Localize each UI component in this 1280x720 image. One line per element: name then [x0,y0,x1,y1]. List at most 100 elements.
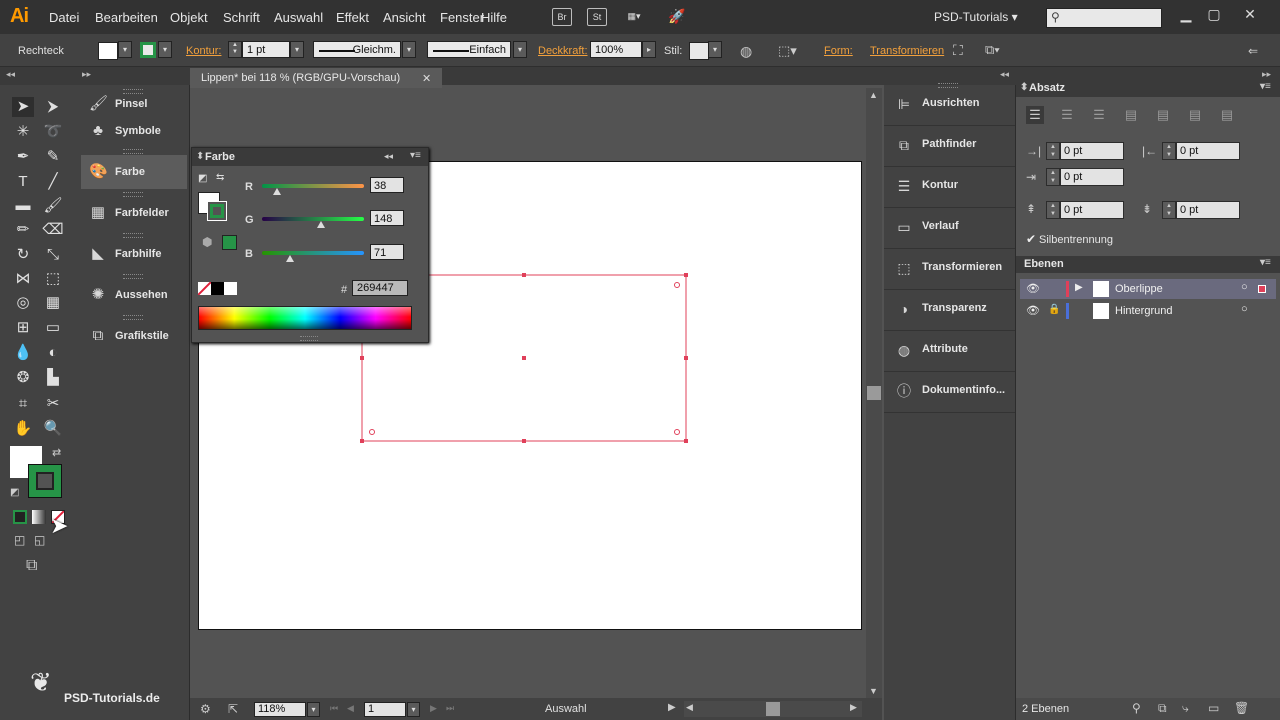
panel-collapse-icon[interactable]: ◂◂ [384,151,393,162]
style-swatch[interactable] [689,42,709,60]
minimize-button[interactable]: ▁ [1172,4,1200,24]
space-before-stepper[interactable]: ▲ ▼ [1046,201,1060,219]
clipping-mask-icon[interactable]: ⧉ [1158,701,1167,716]
first-line-stepper[interactable]: ▲ ▼ [1046,168,1060,186]
r-slider-thumb[interactable] [273,188,282,195]
menu-fenster[interactable]: Fenster [440,10,484,25]
panel-menu-icon[interactable]: ▾≡ [1260,257,1271,268]
maximize-button[interactable]: ▢ [1200,4,1228,24]
scroll-up-icon[interactable]: ▲ [869,90,878,100]
width-tool-icon[interactable]: ⋈ [12,269,34,289]
b-slider[interactable] [262,251,364,255]
stroke-weight-stepper[interactable]: ▲ ▼ [228,41,242,58]
menu-schrift[interactable]: Schrift [223,10,260,25]
fill-dropdown[interactable]: ▾ [118,41,132,58]
brush-dropdown[interactable]: ▾ [513,41,527,58]
brush-definition[interactable]: Einfach [427,41,511,58]
scale-tool-icon[interactable]: ⤡ [42,245,64,265]
graph-tool-icon[interactable]: ▙ [42,368,64,388]
magic-wand-tool-icon[interactable]: ✳ [12,122,34,142]
stroke-label[interactable]: Kontur: [186,45,221,57]
opacity-label[interactable]: Deckkraft: [538,45,588,57]
layer-name[interactable]: Hintergrund [1115,305,1172,317]
recolor-icon[interactable]: ◍ [740,43,752,60]
next-artboard-icon[interactable]: ▶ [430,703,437,714]
space-before-value[interactable]: 0 pt [1060,201,1124,219]
out-of-web-gamut-icon[interactable]: ⬢ [202,235,212,249]
color-panel-stroke-swatch[interactable] [207,201,227,221]
g-value-input[interactable]: 148 [370,210,404,226]
stroke-dropdown[interactable]: ▾ [158,41,172,58]
dock-item-dokumentinfo[interactable]: ⓘ Dokumentinfo... [884,372,1015,413]
color-mode-icon[interactable] [13,510,27,524]
align-right-icon[interactable]: ☰ [1090,106,1108,124]
dock-item-pathfinder[interactable]: ⧉ Pathfinder [884,126,1015,167]
eyedropper-tool-icon[interactable]: 💧 [12,343,34,363]
transform-label[interactable]: Transformieren [870,45,944,57]
justify-right-icon[interactable]: ▤ [1186,106,1204,124]
default-colors-icon[interactable]: ◩ [10,487,19,498]
right-indent-value[interactable]: 0 pt [1176,142,1240,160]
black-swatch[interactable] [211,282,224,295]
lasso-tool-icon[interactable]: ➰ [42,122,64,142]
justify-all-icon[interactable]: ▤ [1218,106,1236,124]
close-tab-icon[interactable]: ✕ [422,72,431,85]
menu-bearbeiten[interactable]: Bearbeiten [95,10,158,25]
dock-item-aussehen[interactable]: ✺ Aussehen [81,278,187,312]
perspective-grid-tool-icon[interactable]: ▦ [42,293,64,313]
visibility-eye-icon[interactable]: 👁 [1026,304,1040,317]
panel-menu-icon[interactable]: ▾≡ [410,150,421,161]
pen-tool-icon[interactable]: ✒ [12,147,34,167]
dock-item-farbfelder[interactable]: ▦ Farbfelder [81,196,187,230]
hyphenation-checkbox[interactable]: ✔ [1026,232,1036,246]
target-icon[interactable]: ○ [1241,281,1248,293]
last-artboard-icon[interactable]: ⏭ [446,703,454,714]
first-artboard-icon[interactable]: ⏮ [330,703,338,714]
profile-dropdown[interactable]: ▾ [402,41,416,58]
new-sublayer-icon[interactable]: ⤷ [1182,701,1189,716]
gpu-preview-icon[interactable]: ⚙ [200,702,211,716]
none-color-icon[interactable] [198,282,211,295]
scroll-down-icon[interactable]: ▼ [869,686,878,696]
default-fill-stroke-icon[interactable]: ◩ [198,173,207,184]
blend-tool-icon[interactable]: ◐ [42,343,64,363]
previous-artboard-icon[interactable]: ◀ [347,703,354,714]
delete-layer-icon[interactable]: 🗑 [1234,701,1249,715]
shape-builder-tool-icon[interactable]: ◎ [12,293,34,313]
justify-left-icon[interactable]: ▤ [1122,106,1140,124]
horizontal-scrollbar[interactable]: ◀ ▶ [684,701,862,717]
close-window-button[interactable]: ✕ [1236,4,1264,24]
swap-fill-stroke-icon[interactable]: ⇆ [216,172,224,183]
b-value-input[interactable]: 71 [370,244,404,260]
locate-object-icon[interactable]: ⚲ [1132,701,1141,715]
new-layer-icon[interactable]: ▭ [1208,701,1219,715]
isolate-icon[interactable]: ⧉▾ [985,42,1000,58]
export-icon[interactable]: ⇱ [228,702,238,716]
white-swatch[interactable] [224,282,237,295]
stroke-color-swatch[interactable] [28,464,62,498]
align-center-icon[interactable]: ☰ [1058,106,1076,124]
gradient-tool-icon[interactable]: ▭ [42,318,64,338]
rotate-tool-icon[interactable]: ↻ [12,245,34,265]
transform-reference-icon[interactable]: ⛶ [953,42,963,59]
dock-item-grafikstile[interactable]: ⧉ Grafikstile [81,319,187,353]
shape-label[interactable]: Form: [824,45,853,57]
menu-datei[interactable]: Datei [49,10,79,25]
left-indent-value[interactable]: 0 pt [1060,142,1124,160]
document-tab[interactable]: Lippen* bei 118 % (RGB/GPU-Vorschau) ✕ [190,68,442,88]
stock-icon[interactable]: St [587,8,607,26]
layer-row-oberlippe[interactable]: 👁 ▶ Oberlippe ○ [1020,279,1276,299]
dock-item-farbe[interactable]: 🎨 Farbe [81,155,187,189]
hand-tool-icon[interactable]: ✋ [12,419,34,439]
dock1-expand-icon[interactable]: ▸▸ [82,69,91,80]
panel-resize-grip[interactable] [300,336,318,341]
lock-icon[interactable]: 🔒 [1048,304,1060,315]
layer-name[interactable]: Oberlippe [1115,283,1163,295]
draw-behind-icon[interactable]: ◱ [34,533,45,547]
mesh-tool-icon[interactable]: ⊞ [12,318,34,338]
rectangle-tool-icon[interactable]: ▬ [12,196,34,216]
right-indent-field[interactable]: ▲ ▼ 0 pt [1162,142,1240,160]
tools-collapse-icon[interactable]: ◂◂ [6,69,15,80]
first-line-value[interactable]: 0 pt [1060,168,1124,186]
layers-panel-header[interactable]: Ebenen ▾≡ [1016,256,1280,273]
